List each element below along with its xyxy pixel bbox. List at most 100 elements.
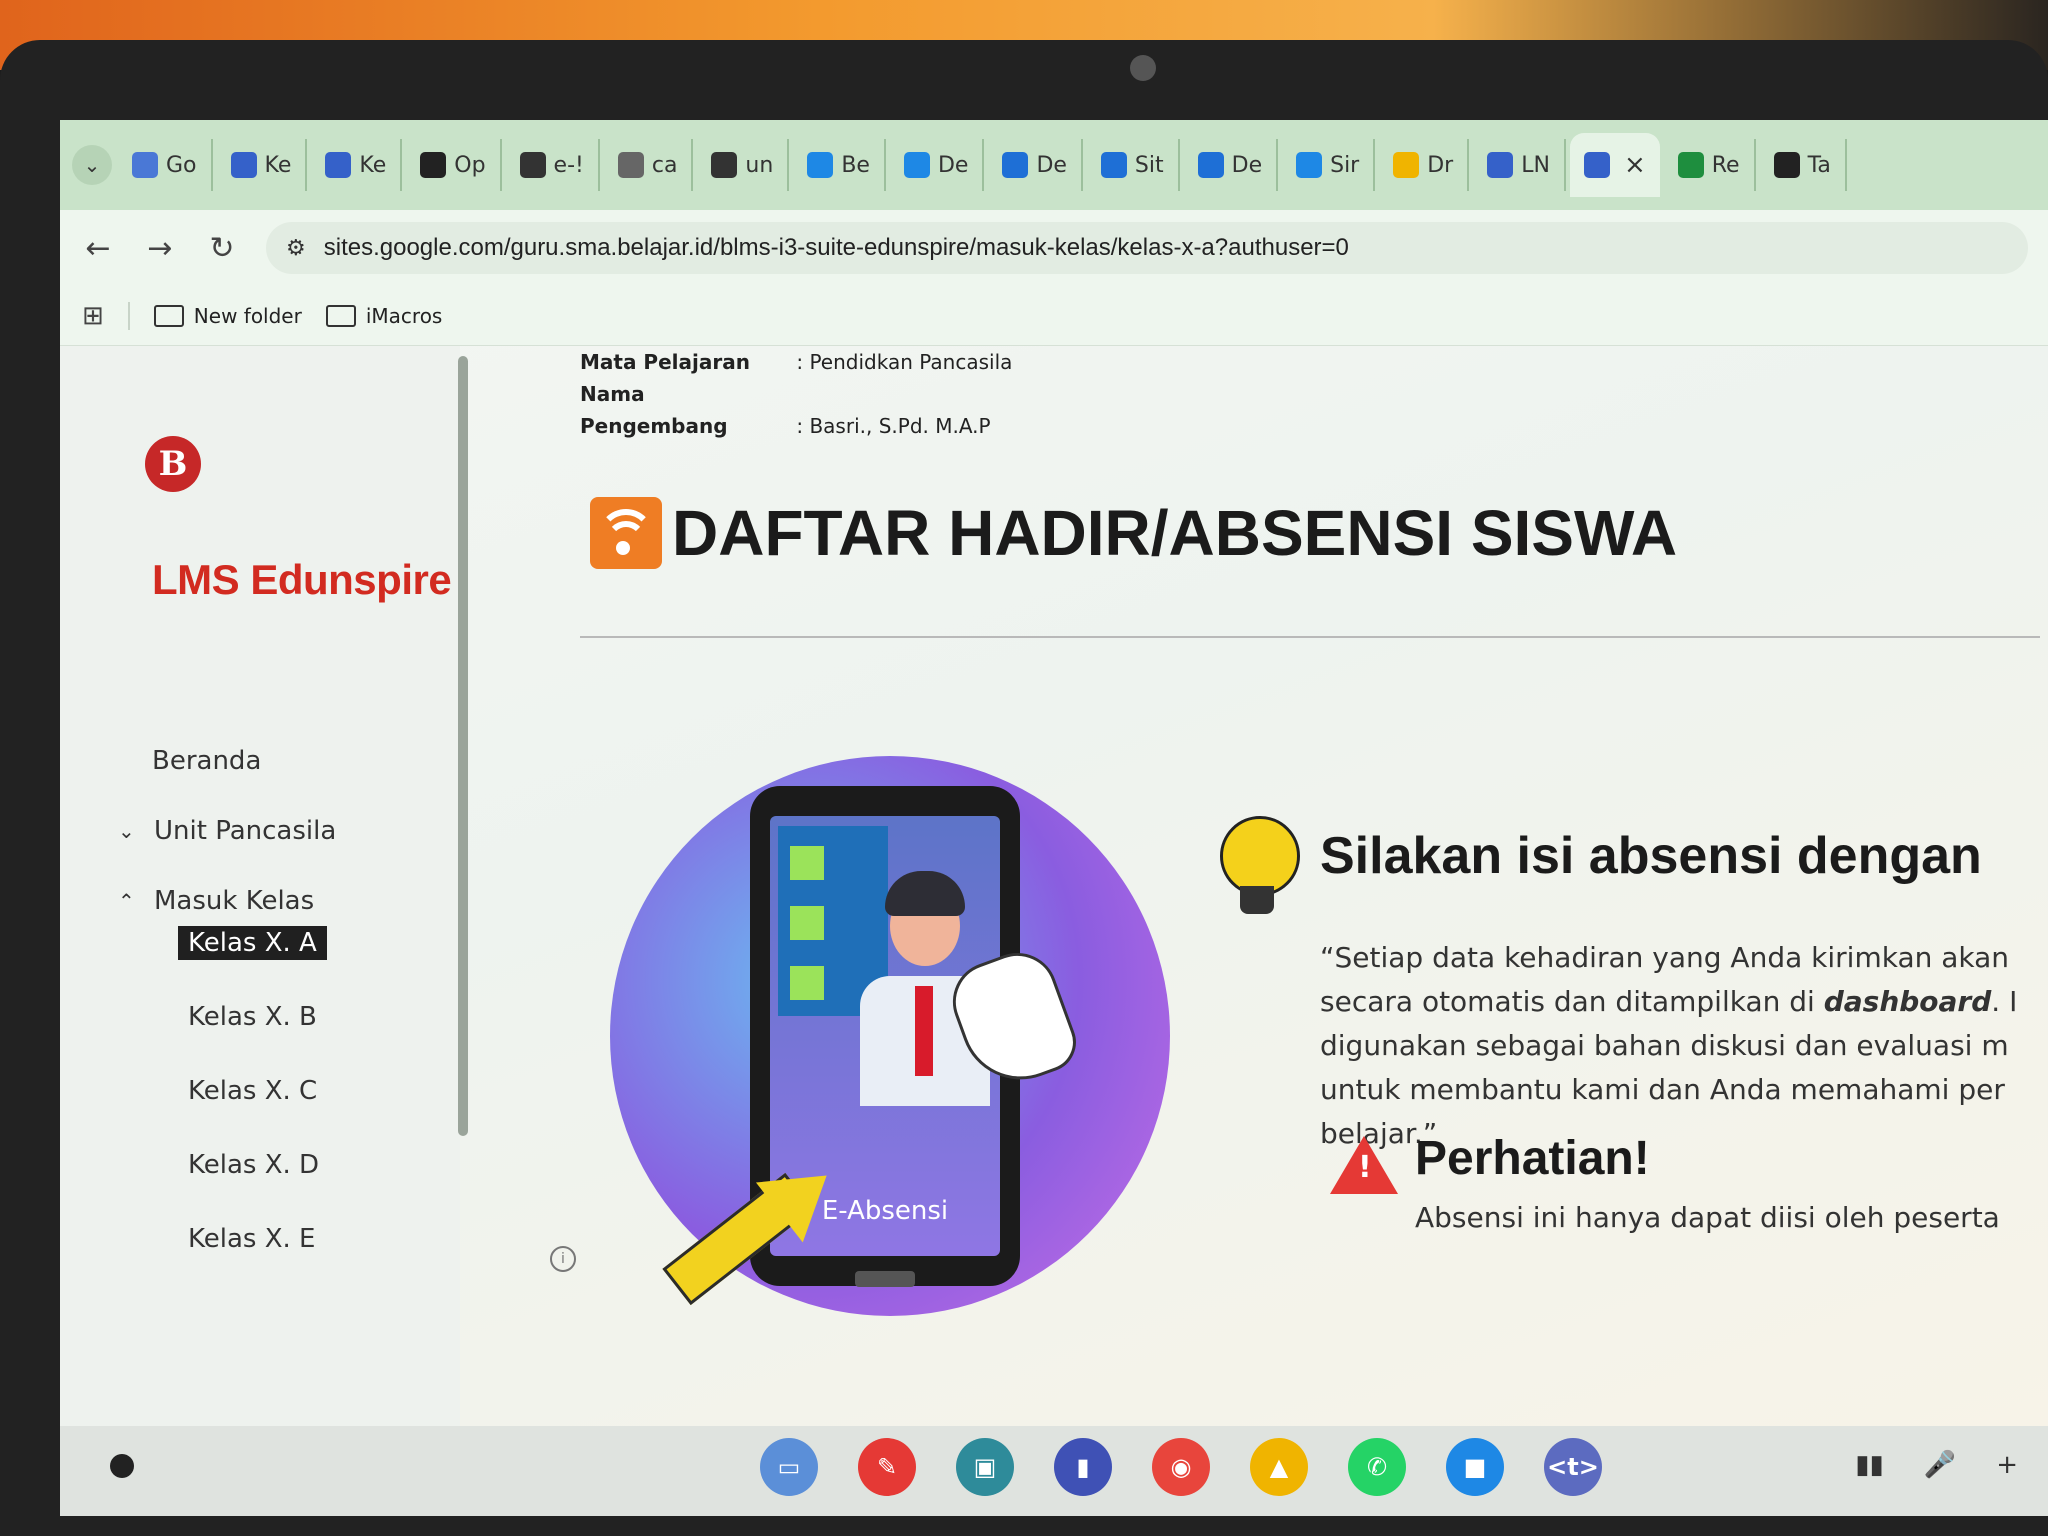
meet-app-icon[interactable]: ▣ bbox=[956, 1438, 1014, 1496]
bookmark-imacros[interactable]: iMacros bbox=[325, 303, 443, 328]
meta-key: Mata Pelajaran bbox=[580, 350, 750, 374]
files-doc-app-icon[interactable]: ▭ bbox=[760, 1438, 818, 1496]
bookmark-new-folder[interactable]: New folder bbox=[153, 304, 302, 328]
calendar-icon bbox=[1197, 152, 1224, 178]
tab-1[interactable]: Ke bbox=[217, 139, 308, 191]
tab-search-button[interactable]: ⌄ bbox=[72, 145, 112, 185]
screen-capture-icon[interactable]: ▮▮ bbox=[1855, 1450, 1884, 1480]
tab-8[interactable]: De bbox=[890, 139, 985, 191]
chrome-app-icon[interactable]: ◉ bbox=[1152, 1438, 1210, 1496]
url-text[interactable]: sites.google.com/guru.sma.belajar.id/blm… bbox=[324, 234, 1349, 262]
book-app-icon[interactable]: ▮ bbox=[1054, 1438, 1112, 1496]
tab-list: Go Ke Ke Op e-! ca un Be De De Sit De Sir Dr LN × Re Ta bbox=[118, 133, 1847, 197]
nav-label: Kelas X. C bbox=[188, 1076, 318, 1106]
tab-4[interactable]: e-! bbox=[506, 139, 600, 191]
tab-label: Sir bbox=[1330, 152, 1360, 178]
tab-17[interactable]: Ta bbox=[1760, 139, 1847, 191]
files-app-icon[interactable]: ■ bbox=[1446, 1438, 1504, 1496]
tab-6[interactable]: un bbox=[697, 139, 790, 191]
tab-label: De bbox=[1036, 152, 1067, 178]
nav-item-unit-pancasila[interactable]: ⌄ Unit Pancasila bbox=[118, 816, 336, 846]
tab-7[interactable]: Be bbox=[793, 139, 886, 191]
nav-item-kelas-x-d[interactable]: Kelas X. D bbox=[188, 1150, 319, 1180]
tab-12[interactable]: Sir bbox=[1282, 139, 1376, 191]
google-icon bbox=[617, 152, 644, 178]
tab-label: Dr bbox=[1427, 152, 1454, 178]
nav-label: Unit Pancasila bbox=[154, 816, 337, 846]
info-icon[interactable]: i bbox=[550, 1246, 576, 1272]
nav-item-beranda[interactable]: Beranda bbox=[152, 746, 261, 776]
tab-15[interactable]: × bbox=[1569, 133, 1660, 197]
site-info-icon[interactable]: ⚙ bbox=[286, 236, 306, 261]
classroom-icon bbox=[1677, 152, 1704, 178]
forward-button[interactable]: → bbox=[142, 231, 178, 266]
tab-0[interactable]: Go bbox=[118, 139, 213, 191]
tab-11[interactable]: De bbox=[1184, 139, 1279, 191]
quote-line-text: secara otomatis dan ditampilkan di bbox=[1320, 985, 1824, 1018]
tab-label: Be bbox=[841, 152, 870, 178]
tab-3[interactable]: Op bbox=[406, 139, 502, 191]
phone-home-button bbox=[855, 1271, 915, 1287]
nav-item-kelas-x-a[interactable]: Kelas X. A bbox=[178, 926, 327, 960]
bookmarks-separator bbox=[127, 301, 130, 330]
quote-line: untuk membantu kami dan Anda memahami pe… bbox=[1320, 1073, 2005, 1106]
calendar-icon bbox=[1100, 152, 1127, 178]
calendar-icon bbox=[1002, 152, 1029, 178]
launcher-button[interactable] bbox=[110, 1454, 134, 1478]
status-tray: ▮▮ 🎤 + bbox=[1855, 1450, 2018, 1480]
paint-app-icon[interactable]: ✎ bbox=[858, 1438, 916, 1496]
terminal-app-icon[interactable]: <t> bbox=[1544, 1438, 1602, 1496]
instruction-heading: Silakan isi absensi dengan bbox=[1320, 827, 1982, 885]
whatsapp-app-icon[interactable]: ✆ bbox=[1348, 1438, 1406, 1496]
tab-label: De bbox=[937, 152, 969, 178]
drive-app-icon[interactable]: ▲ bbox=[1250, 1438, 1308, 1496]
quote-suffix: . I bbox=[1991, 985, 2018, 1018]
warning-icon: ! bbox=[1330, 1136, 1398, 1194]
folder-icon bbox=[153, 304, 184, 327]
quote-line: digunakan sebagai bahan diskusi dan eval… bbox=[1320, 1029, 2009, 1062]
nav-item-kelas-x-e[interactable]: Kelas X. E bbox=[188, 1224, 316, 1254]
bookmarks-bar: ⊞ New folder iMacros bbox=[60, 286, 2048, 346]
nav-item-kelas-x-b[interactable]: Kelas X. B bbox=[188, 1002, 317, 1032]
quote-line: secara otomatis dan ditampilkan di dashb… bbox=[1320, 980, 2048, 1024]
warning-text: Absensi ini hanya dapat diisi oleh peser… bbox=[1415, 1201, 2000, 1234]
chevron-down-icon[interactable]: ⌄ bbox=[118, 819, 138, 843]
microphone-icon[interactable]: 🎤 bbox=[1924, 1450, 1956, 1480]
site-logo[interactable]: B bbox=[145, 436, 201, 492]
sidebar: B LMS Edunspire Beranda ⌄ Unit Pancasila… bbox=[60, 346, 460, 1426]
reload-button[interactable]: ↻ bbox=[204, 231, 240, 266]
page-content: B LMS Edunspire Beranda ⌄ Unit Pancasila… bbox=[60, 346, 2048, 1426]
nav-item-masuk-kelas[interactable]: ⌃ Masuk Kelas bbox=[118, 886, 314, 916]
back-button[interactable]: ← bbox=[80, 231, 116, 266]
tab-10[interactable]: Sit bbox=[1087, 139, 1180, 191]
shelf-apps: ▭ ✎ ▣ ▮ ◉ ▲ ✆ ■ <t> bbox=[760, 1438, 1602, 1496]
canva-icon bbox=[807, 152, 834, 178]
nav-label: Kelas X. B bbox=[188, 1002, 317, 1032]
tab-9[interactable]: De bbox=[988, 139, 1083, 191]
tab-13[interactable]: Dr bbox=[1379, 139, 1470, 191]
tab-16[interactable]: Re bbox=[1664, 139, 1756, 191]
chevron-up-icon[interactable]: ⌃ bbox=[118, 889, 138, 913]
sites-icon bbox=[1487, 152, 1514, 178]
add-icon[interactable]: + bbox=[1996, 1450, 2018, 1480]
sidebar-scrollbar[interactable] bbox=[458, 356, 468, 1136]
tab-2[interactable]: Ke bbox=[311, 139, 403, 191]
tab-label: Sit bbox=[1134, 152, 1164, 178]
nav-label: Masuk Kelas bbox=[154, 886, 315, 916]
tab-14[interactable]: LN bbox=[1473, 139, 1566, 191]
drive-icon bbox=[1393, 152, 1420, 178]
address-bar[interactable]: ⚙ sites.google.com/guru.sma.belajar.id/b… bbox=[266, 222, 2028, 274]
tab-label: Ke bbox=[359, 152, 387, 178]
instruction-quote: “Setiap data kehadiran yang Anda kirimka… bbox=[1320, 936, 2048, 1156]
tab-5[interactable]: ca bbox=[604, 139, 694, 191]
close-icon[interactable]: × bbox=[1624, 150, 1646, 180]
bookmark-label: iMacros bbox=[365, 303, 443, 328]
apps-grid-icon[interactable]: ⊞ bbox=[82, 301, 104, 331]
check-icon bbox=[790, 846, 824, 880]
nav-item-kelas-x-c[interactable]: Kelas X. C bbox=[188, 1076, 317, 1106]
canva-icon bbox=[903, 152, 930, 178]
site-title[interactable]: LMS Edunspire bbox=[152, 556, 452, 604]
gemini-icon bbox=[132, 152, 158, 178]
check-icon bbox=[790, 966, 824, 1000]
tab-label: Re bbox=[1711, 152, 1740, 178]
